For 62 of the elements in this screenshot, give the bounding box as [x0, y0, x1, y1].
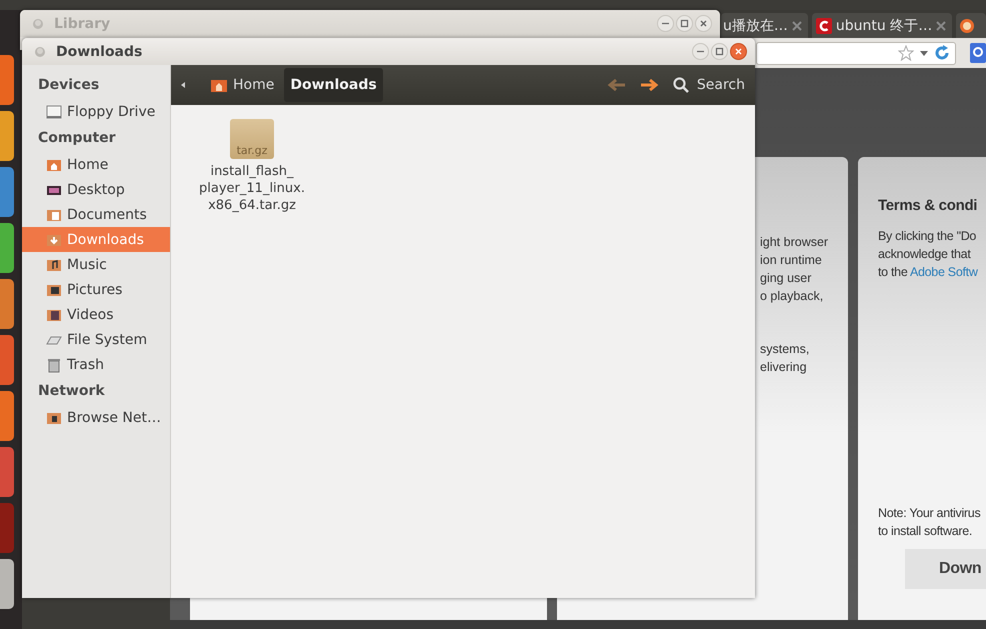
house-folder-icon — [211, 77, 227, 93]
terms-text: By clicking the "Do acknowledge that to the Adobe Softw — [878, 228, 979, 281]
search-button[interactable]: Search — [666, 77, 747, 93]
browser-tab[interactable] — [956, 13, 986, 38]
maximize-icon[interactable] — [676, 15, 693, 32]
trash-icon — [46, 356, 62, 372]
site-favicon-icon — [816, 18, 832, 34]
sidebar-item[interactable]: Pictures — [22, 277, 170, 302]
scroll-left-icon[interactable] — [181, 82, 185, 88]
reload-icon[interactable] — [934, 45, 950, 61]
section-header: Devices — [37, 76, 100, 95]
close-icon[interactable] — [730, 43, 747, 60]
extension-icon[interactable] — [970, 43, 986, 63]
star-icon[interactable] — [898, 45, 914, 61]
window-menu-icon[interactable] — [32, 18, 44, 30]
tab-title: u播放在… — [723, 16, 788, 34]
paragraph-text: ight browser ion runtime ging user o playback, — [760, 234, 830, 305]
download-button[interactable]: Down — [905, 549, 986, 589]
sidebar-item[interactable]: Videos — [22, 302, 170, 327]
sidebar-item[interactable]: Trash — [22, 352, 170, 377]
sidebar-item[interactable]: Documents — [22, 202, 170, 227]
window-menu-icon[interactable] — [34, 46, 46, 58]
app-launcher-icon[interactable] — [0, 55, 14, 105]
search-icon — [672, 77, 689, 93]
window-title: Downloads — [56, 44, 144, 60]
section-header: Computer — [37, 129, 117, 148]
sidebar-item[interactable]: Floppy Drive — [22, 99, 170, 124]
close-icon[interactable] — [792, 20, 802, 30]
app-launcher-icon[interactable] — [0, 391, 14, 441]
card-title: Terms & condi — [878, 197, 978, 215]
drive-icon — [46, 104, 62, 120]
close-icon[interactable] — [936, 20, 946, 30]
tab-title: ubuntu 终于… — [836, 16, 932, 34]
sidebar-item[interactable]: Browse Net… — [22, 405, 170, 430]
app-launcher-icon[interactable] — [0, 279, 14, 329]
browser-tab[interactable]: u播放在… — [721, 13, 808, 38]
arrow-right-icon — [638, 77, 659, 93]
app-launcher-icon[interactable] — [0, 111, 14, 161]
sidebar-item[interactable]: Desktop — [22, 177, 170, 202]
app-launcher-icon[interactable] — [0, 223, 14, 273]
note-text: Note: Your antivirus to install software. — [878, 505, 982, 540]
browser-tab[interactable]: ubuntu 终于… — [812, 13, 952, 38]
window-title: Library — [54, 16, 112, 32]
maximize-icon[interactable] — [711, 43, 728, 60]
paragraph-text: systems, elivering — [760, 341, 810, 376]
app-launcher-icon[interactable] — [0, 447, 14, 497]
minimize-icon[interactable] — [692, 43, 709, 60]
arrow-left-icon — [606, 77, 627, 93]
caret-icon[interactable] — [920, 50, 928, 56]
sidebar-item[interactable]: Home — [22, 152, 170, 177]
minimize-icon[interactable] — [657, 15, 674, 32]
app-launcher-icon[interactable] — [0, 559, 14, 609]
site-favicon-icon — [960, 18, 974, 32]
breadcrumb-button[interactable]: Downloads — [284, 68, 383, 102]
sidebar-item[interactable]: File System — [22, 327, 170, 352]
section-header: Network — [37, 382, 106, 401]
file-name[interactable]: install_flash_ player_11_linux. x86_64.tar.gz — [199, 163, 305, 214]
breadcrumb-button[interactable]: Home — [205, 68, 280, 102]
address-field[interactable] — [756, 42, 956, 64]
app-launcher-icon[interactable] — [0, 167, 14, 217]
sidebar-item[interactable]: Music — [22, 252, 170, 277]
close-icon[interactable] — [695, 15, 712, 32]
